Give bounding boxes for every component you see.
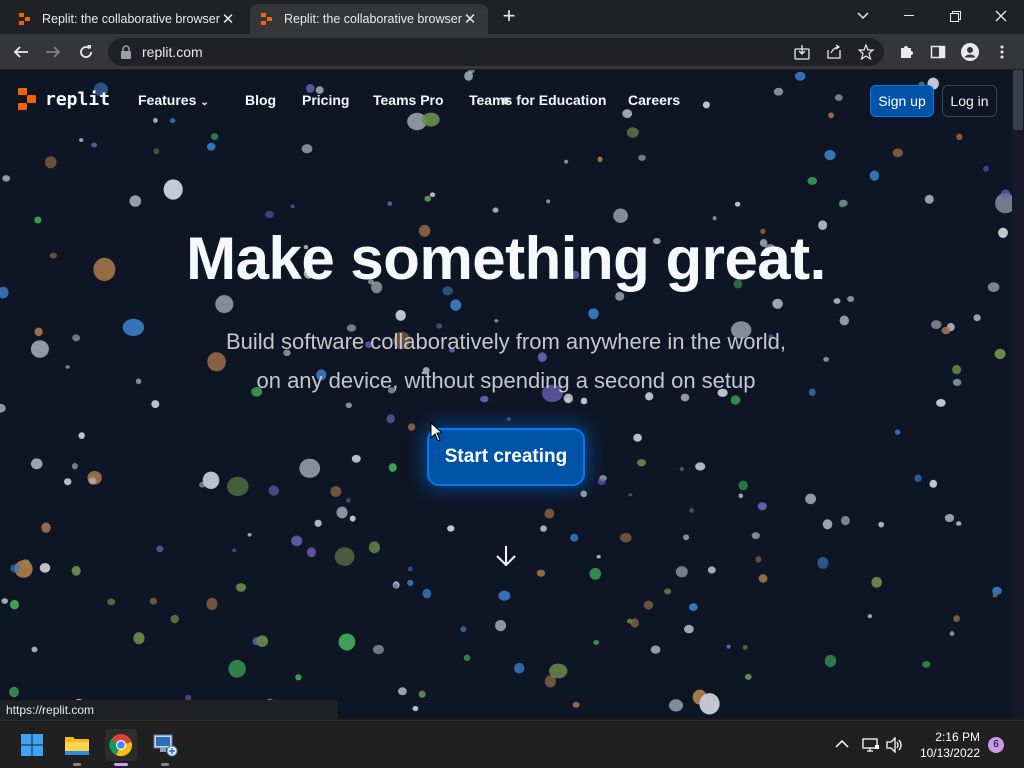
tab-title: Replit: the collaborative browser	[284, 12, 462, 26]
active-indicator	[114, 763, 128, 766]
tab-title: Replit: the collaborative browser	[42, 12, 220, 26]
nav-pricing[interactable]: Pricing	[302, 92, 349, 108]
restore-button[interactable]	[932, 0, 978, 32]
sign-up-button[interactable]: Sign up	[870, 85, 934, 117]
browser-tab-2[interactable]: Replit: the collaborative browser ✕	[250, 4, 488, 34]
replit-logo-icon	[17, 88, 39, 110]
replit-favicon-icon	[260, 12, 274, 26]
volume-icon[interactable]	[886, 736, 904, 756]
tab-search-icon[interactable]	[840, 0, 886, 32]
install-app-icon[interactable]	[792, 42, 812, 62]
replit-favicon-icon	[18, 12, 32, 26]
network-icon[interactable]	[862, 737, 880, 756]
hero-subtitle-line-1: Build software collaboratively from anyw…	[225, 329, 787, 354]
side-panel-icon[interactable]	[928, 42, 948, 62]
browser-toolbar: replit.com	[0, 34, 1024, 70]
start-creating-button[interactable]: Start creating	[427, 428, 585, 486]
chevron-up-icon[interactable]	[835, 737, 849, 752]
remote-desktop-icon[interactable]	[149, 729, 181, 766]
forward-icon[interactable]	[40, 39, 66, 65]
clock-date: 10/13/2022	[919, 746, 980, 760]
hero-subtitle-line-2: on any device, without spending a second…	[256, 368, 756, 393]
extensions-icon[interactable]	[896, 42, 916, 62]
nav-blog[interactable]: Blog	[245, 92, 276, 108]
close-tab-icon[interactable]: ✕	[462, 11, 478, 28]
mouse-cursor-icon	[430, 421, 444, 442]
address-bar[interactable]: replit.com	[108, 38, 884, 66]
bookmark-star-icon[interactable]	[856, 42, 876, 62]
running-indicator	[161, 763, 169, 766]
nav-teams-pro[interactable]: Teams Pro	[373, 92, 444, 108]
file-explorer-icon[interactable]	[61, 729, 93, 766]
chevron-down-icon: ⌄	[200, 97, 209, 108]
replit-logo[interactable]: replit	[17, 88, 110, 110]
new-tab-button[interactable]: +	[498, 5, 520, 28]
chrome-taskbar-icon[interactable]	[105, 729, 137, 766]
reload-icon[interactable]	[73, 39, 99, 65]
running-indicator	[73, 763, 81, 766]
profile-icon[interactable]	[960, 42, 980, 62]
back-icon[interactable]	[8, 39, 34, 65]
close-tab-icon[interactable]: ✕	[220, 11, 236, 28]
nav-features[interactable]: Features ⌄	[138, 92, 209, 108]
nav-features-label: Features	[138, 92, 197, 108]
arrow-down-icon[interactable]	[494, 544, 518, 568]
close-window-button[interactable]	[978, 0, 1024, 32]
page-scrollbar[interactable]	[1012, 70, 1024, 718]
hero-subtitle: Build software collaboratively from anyw…	[170, 322, 842, 400]
clock-time: 2:16 PM	[935, 730, 980, 744]
menu-icon[interactable]	[992, 42, 1012, 62]
hero-title: Make something great.	[186, 225, 826, 292]
url-text: replit.com	[142, 44, 203, 60]
logo-text: replit	[45, 88, 111, 110]
scrollbar-thumb[interactable]	[1013, 70, 1023, 130]
windows-taskbar: 2:16 PM 10/13/2022 6	[0, 720, 1024, 768]
share-icon[interactable]	[824, 42, 844, 62]
replit-homepage: replit Features ⌄ Blog Pricing Teams Pro …	[0, 70, 1012, 718]
site-header: replit Features ⌄ Blog Pricing Teams Pro …	[0, 70, 1012, 132]
notification-badge[interactable]: 6	[988, 737, 1004, 753]
nav-teams-for-education[interactable]: Teams for Education	[469, 92, 606, 108]
browser-tab-bar: Replit: the collaborative browser ✕ Repl…	[0, 0, 1024, 34]
taskbar-clock[interactable]: 2:16 PM 10/13/2022	[916, 729, 980, 761]
windows-start-icon[interactable]	[16, 729, 48, 761]
nav-careers[interactable]: Careers	[628, 92, 680, 108]
minimize-button[interactable]	[886, 0, 932, 32]
log-in-button[interactable]: Log in	[942, 85, 997, 117]
lock-icon[interactable]	[120, 45, 132, 59]
browser-tab-1[interactable]: Replit: the collaborative browser ✕	[8, 4, 246, 34]
status-bubble: https://replit.com	[0, 700, 338, 720]
